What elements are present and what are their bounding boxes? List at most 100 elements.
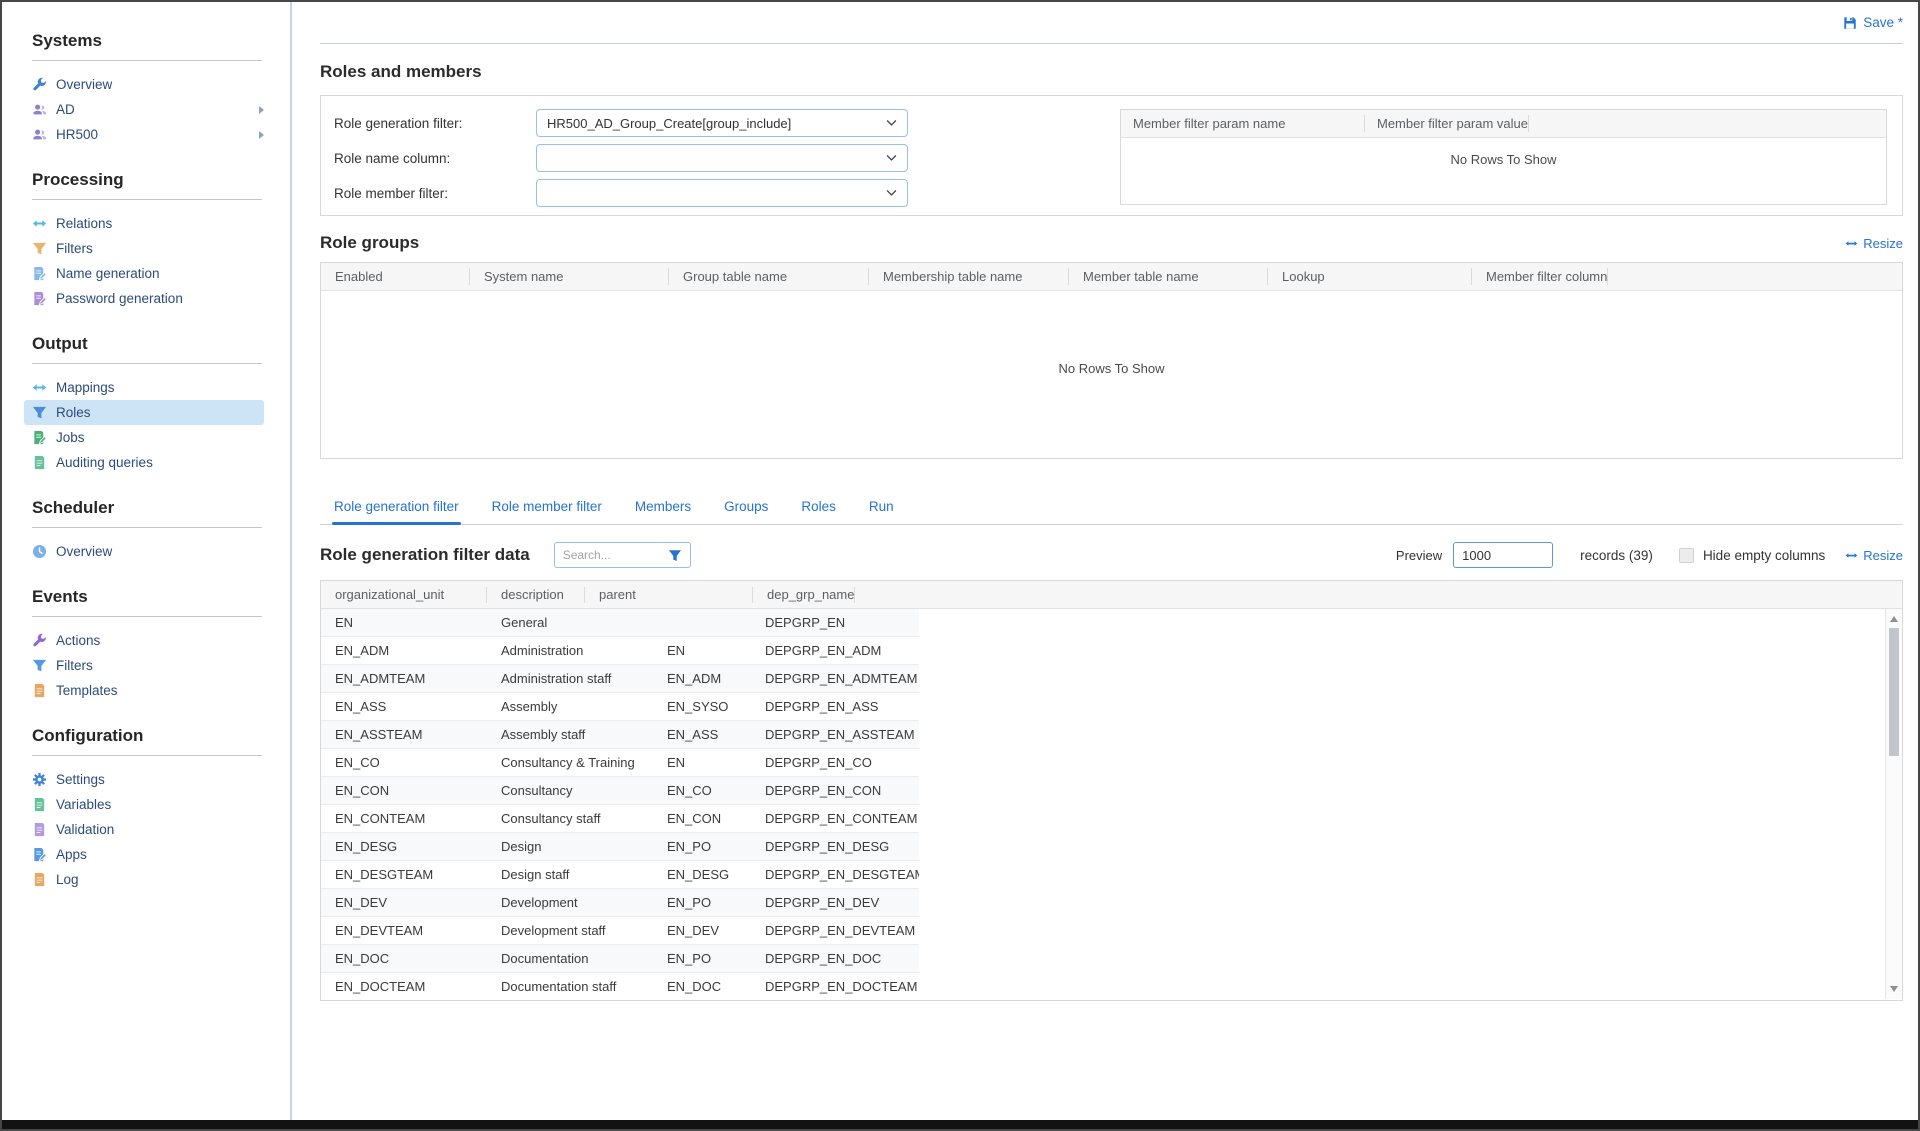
tab[interactable]: Role generation filter (332, 499, 461, 524)
tab[interactable]: Groups (722, 499, 770, 524)
role-groups-resize-button[interactable]: Resize (1845, 236, 1903, 251)
sidebar-item-label: AD (56, 102, 75, 117)
param-table-columns: Member filter param nameMember filter pa… (1121, 110, 1529, 137)
table-row[interactable]: EN_DESG Design EN_PO DEPGRP_EN_DESG (321, 833, 919, 861)
cell-dep-grp-name: DEPGRP_EN_ASS (751, 699, 919, 714)
sidebar-item-icon (32, 266, 47, 281)
roles-members-panel: Role generation filter: HR500_AD_Group_C… (320, 95, 1903, 216)
hide-empty-columns-checkbox[interactable] (1679, 548, 1694, 563)
sidebar-item[interactable]: Roles (24, 400, 264, 425)
column-header[interactable]: Enabled (321, 268, 470, 285)
cell-dep-grp-name: DEPGRP_EN_DEV (751, 895, 919, 910)
sidebar-item[interactable]: Name generation (24, 261, 264, 286)
sidebar-item[interactable]: HR500 (24, 122, 264, 147)
table-row[interactable]: EN_CONTEAM Consultancy staff EN_CON DEPG… (321, 805, 919, 833)
section-divider (32, 755, 262, 756)
tab[interactable]: Members (633, 499, 693, 524)
filter-data-resize-button[interactable]: Resize (1845, 548, 1903, 563)
cell-description: Development (487, 895, 653, 910)
dropdown-select[interactable] (536, 179, 908, 207)
column-header[interactable]: parent (585, 587, 753, 603)
column-header[interactable]: dep_grp_name (753, 587, 855, 603)
column-header[interactable]: System name (470, 268, 669, 285)
table-row[interactable]: EN_DEV Development EN_PO DEPGRP_EN_DEV (321, 889, 919, 917)
table-row[interactable]: EN_ASS Assembly EN_SYSO DEPGRP_EN_ASS (321, 693, 919, 721)
cell-organizational-unit: EN_DESG (321, 839, 487, 854)
column-header[interactable]: Membership table name (869, 268, 1069, 285)
sidebar-item[interactable]: AD (24, 97, 264, 122)
sidebar-item[interactable]: Overview (24, 539, 264, 564)
column-header[interactable]: Member filter column (1472, 268, 1608, 285)
table-row[interactable]: EN_ASSTEAM Assembly staff EN_ASS DEPGRP_… (321, 721, 919, 749)
table-row[interactable]: EN_ADM Administration EN DEPGRP_EN_ADM (321, 637, 919, 665)
sidebar-item-label: Auditing queries (56, 455, 153, 470)
role-groups-columns: EnabledSystem nameGroup table nameMember… (321, 263, 1608, 290)
table-row[interactable]: EN_DEVTEAM Development staff EN_DEV DEPG… (321, 917, 919, 945)
column-header[interactable]: Member filter param name (1121, 115, 1365, 132)
sidebar-item[interactable]: Variables (24, 792, 264, 817)
sidebar-item-icon (32, 127, 47, 142)
sidebar-item[interactable]: Mappings (24, 375, 264, 400)
sidebar-item[interactable]: Settings (24, 767, 264, 792)
section-divider (32, 60, 262, 61)
tab[interactable]: Run (867, 499, 896, 524)
save-button[interactable]: Save * (1843, 15, 1903, 30)
filter-funnel-icon[interactable] (668, 549, 682, 562)
sidebar-item[interactable]: Auditing queries (24, 450, 264, 475)
window-bottom-edge (2, 1120, 1918, 1129)
sidebar-section: Output Mappings Roles (2, 334, 290, 475)
tab[interactable]: Role member filter (490, 499, 604, 524)
sidebar-item[interactable]: Password generation (24, 286, 264, 311)
tab[interactable]: Roles (799, 499, 838, 524)
column-header[interactable]: Member filter param value (1365, 115, 1529, 132)
table-row[interactable]: EN_DESGTEAM Design staff EN_DESG DEPGRP_… (321, 861, 919, 889)
sidebar-item-label: Mappings (56, 380, 115, 395)
cell-dep-grp-name: DEPGRP_EN_CO (751, 755, 919, 770)
sidebar-item-label: Actions (56, 633, 100, 648)
chevron-down-icon (886, 154, 897, 162)
cell-description: Consultancy (487, 783, 653, 798)
sidebar-item[interactable]: Log (24, 867, 264, 892)
field-label: Role name column: (334, 151, 536, 166)
column-header[interactable]: Member table name (1069, 268, 1268, 285)
sidebar-item[interactable]: Validation (24, 817, 264, 842)
sidebar-item[interactable]: Filters (24, 653, 264, 678)
sidebar: Systems Overview AD (2, 2, 290, 1120)
table-row[interactable]: EN_DOCTEAM Documentation staff EN_DOC DE… (321, 973, 919, 999)
sidebar-section-title: Systems (32, 31, 262, 51)
sidebar-section-title: Events (32, 587, 262, 607)
sidebar-item[interactable]: Apps (24, 842, 264, 867)
dropdown-select[interactable] (536, 144, 908, 172)
dropdown-select[interactable]: HR500_AD_Group_Create[group_include] (536, 109, 908, 137)
column-header[interactable]: Group table name (669, 268, 869, 285)
scroll-up-arrow-icon[interactable] (1890, 616, 1898, 622)
filter-data-table-header: organizational_unitdescriptionparentdep_… (321, 581, 1902, 609)
vertical-scrollbar[interactable] (1885, 609, 1902, 999)
sidebar-item-icon (32, 430, 47, 445)
sidebar-item[interactable]: Filters (24, 236, 264, 261)
table-row[interactable]: EN_CON Consultancy EN_CO DEPGRP_EN_CON (321, 777, 919, 805)
cell-description: Design (487, 839, 653, 854)
table-row[interactable]: EN General DEPGRP_EN (321, 609, 919, 637)
scroll-down-arrow-icon[interactable] (1890, 986, 1898, 992)
cell-parent: EN_PO (653, 839, 751, 854)
sidebar-item-label: Overview (56, 77, 112, 92)
table-row[interactable]: EN_ADMTEAM Administration staff EN_ADM D… (321, 665, 919, 693)
sidebar-item[interactable]: Templates (24, 678, 264, 703)
column-header[interactable]: description (487, 587, 585, 603)
search-input[interactable] (563, 548, 662, 562)
table-row[interactable]: EN_DOC Documentation EN_PO DEPGRP_EN_DOC (321, 945, 919, 973)
sidebar-item[interactable]: Jobs (24, 425, 264, 450)
sidebar-section-title: Processing (32, 170, 262, 190)
scrollbar-thumb[interactable] (1889, 628, 1899, 756)
preview-count-input[interactable] (1453, 542, 1553, 568)
column-header[interactable]: Lookup (1268, 268, 1472, 285)
sidebar-section-items: Overview (2, 539, 290, 564)
sidebar-item[interactable]: Relations (24, 211, 264, 236)
table-row[interactable]: EN_CO Consultancy & Training EN DEPGRP_E… (321, 749, 919, 777)
column-header[interactable]: organizational_unit (321, 587, 487, 603)
sidebar-item[interactable]: Overview (24, 72, 264, 97)
cell-parent: EN_DEV (653, 923, 751, 938)
sidebar-item[interactable]: Actions (24, 628, 264, 653)
cell-dep-grp-name: DEPGRP_EN_DESGTEAM (751, 867, 919, 882)
